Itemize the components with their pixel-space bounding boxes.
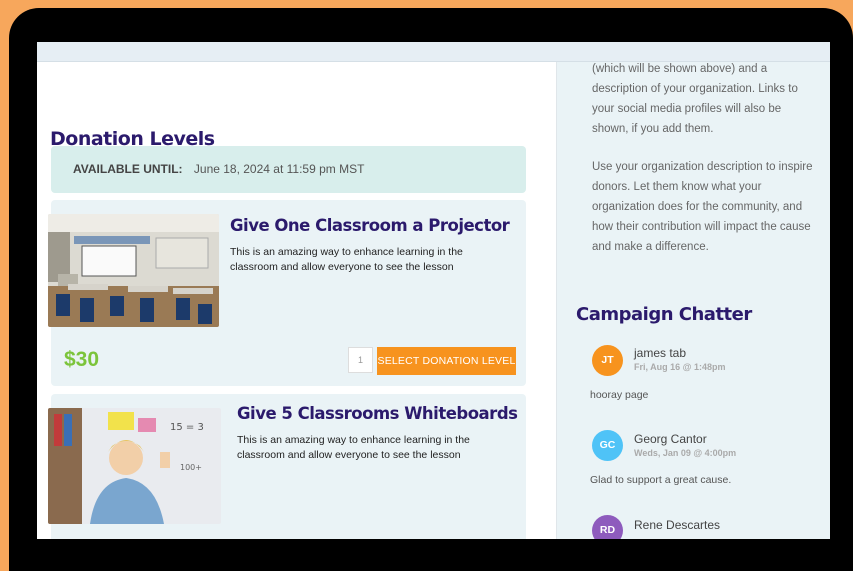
- avatar: RD: [592, 515, 623, 539]
- svg-text:15 = 3: 15 = 3: [170, 422, 204, 433]
- level-title: Give 5 Classrooms Whiteboards: [237, 404, 518, 423]
- commenter-name: Georg Cantor: [634, 432, 707, 446]
- level-description: This is an amazing way to enhance learni…: [230, 246, 463, 273]
- commenter-name: Rene Descartes: [634, 518, 721, 532]
- organization-description: Use your organization description to ins…: [592, 161, 813, 253]
- avatar: JT: [592, 345, 623, 376]
- screen: Donation Levels AVAILABLE UNTIL: June 18…: [37, 42, 830, 539]
- teacher-photo: 15 = 3 100+: [48, 408, 221, 524]
- quantity-input[interactable]: 1: [348, 347, 373, 373]
- available-until-banner: AVAILABLE UNTIL: June 18, 2024 at 11:59 …: [51, 146, 526, 193]
- comment-date: Weds, Jan 09 @ 4:00pm: [634, 448, 737, 458]
- avatar: GC: [592, 430, 623, 461]
- svg-text:100+: 100+: [180, 463, 202, 472]
- comment-message: Glad to support a great cause.: [590, 474, 732, 486]
- available-until-label: AVAILABLE UNTIL:: [73, 162, 183, 176]
- commenter-name: james tab: [634, 346, 687, 360]
- level-description: This is an amazing way to enhance learni…: [237, 434, 470, 461]
- available-until-value: June 18, 2024 at 11:59 pm MST: [193, 162, 365, 176]
- organization-intro: (which will be shown above) and a descri…: [592, 63, 798, 135]
- level-title: Give One Classroom a Projector: [230, 216, 510, 235]
- comment-date: Fri, Aug 16 @ 1:48pm: [634, 362, 726, 372]
- comment-message: hooray page: [590, 389, 649, 401]
- campaign-chatter-heading: Campaign Chatter: [576, 304, 752, 325]
- classroom-photo: [48, 214, 219, 327]
- level-price: $30: [64, 348, 100, 371]
- select-donation-level-button[interactable]: SELECT DONATION LEVEL: [377, 347, 516, 375]
